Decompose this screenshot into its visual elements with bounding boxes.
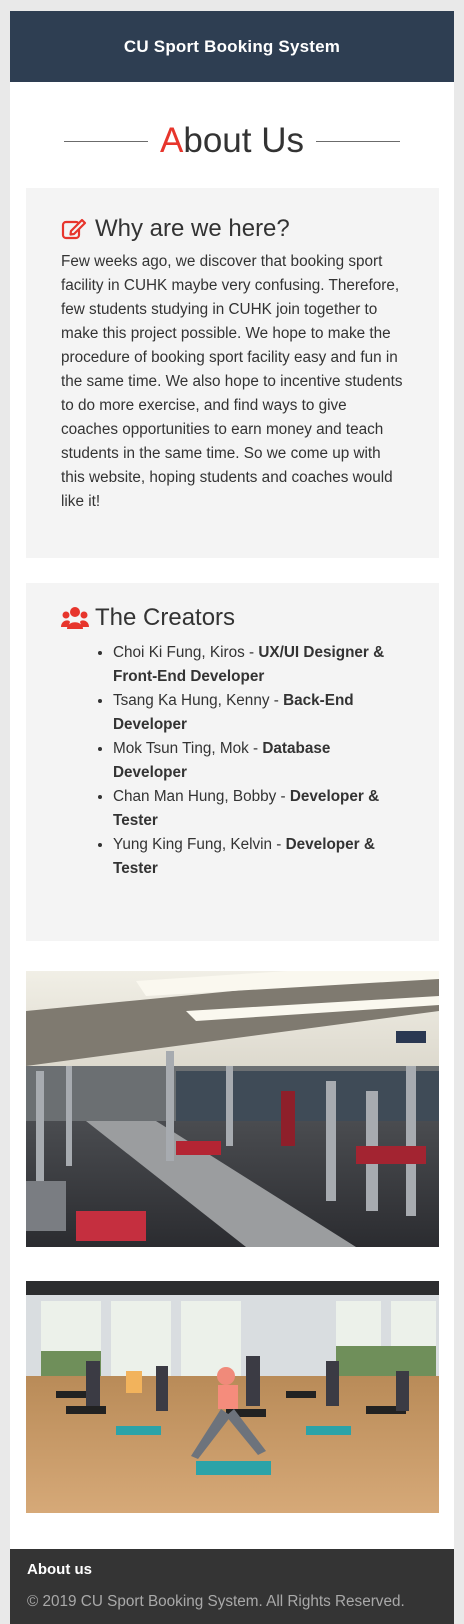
member-name: Choi Ki Fung, Kiros - [113,644,259,661]
list-item: Mok Tsun Ting, Mok - Database Developer [113,737,401,785]
page-title-rest: bout Us [183,121,304,160]
heading-divider-right [315,140,400,142]
list-item: Tsang Ka Hung, Kenny - Back-End Develope… [113,689,401,737]
why-title: Why are we here? [95,215,290,242]
brand-link[interactable]: CU Sport Booking System [124,37,340,57]
list-item: Chan Man Hung, Bobby - Developer & Teste… [113,785,401,833]
fitness-class-photo [26,1281,439,1513]
member-name: Mok Tsun Ting, Mok - [113,740,263,757]
gym-equipment-photo [26,971,439,1247]
creators-list: Choi Ki Fung, Kiros - UX/UI Designer & F… [61,641,401,881]
page-frame: CU Sport Booking System About Us Why are… [10,11,454,1624]
page-title: About Us [160,119,304,163]
footer-copyright: © 2019 CU Sport Booking System. All Righ… [27,1593,405,1610]
member-name: Tsang Ka Hung, Kenny - [113,692,284,709]
footer-about-link[interactable]: About us [27,1561,92,1578]
member-name: Yung King Fung, Kelvin - [113,836,286,853]
why-title-row: Why are we here? [61,215,290,243]
why-paragraph: Few weeks ago, we discover that booking … [61,253,403,510]
heading-divider-left [64,140,148,142]
list-item: Yung King Fung, Kelvin - Developer & Tes… [113,833,401,881]
why-card: Why are we here? Few weeks ago, we disco… [26,188,439,558]
list-item: Choi Ki Fung, Kiros - UX/UI Designer & F… [113,641,401,689]
page-heading: About Us [10,119,454,163]
creators-title: The Creators [95,604,236,631]
member-name: Chan Man Hung, Bobby - [113,788,290,805]
edit-icon [61,216,87,242]
users-icon [61,605,89,631]
creators-card: The Creators Choi Ki Fung, Kiros - UX/UI… [26,583,439,941]
page-title-initial: A [160,121,184,160]
navbar: CU Sport Booking System [10,11,454,82]
creators-title-row: The Creators [61,604,235,632]
footer: About us © 2019 CU Sport Booking System.… [10,1549,454,1624]
